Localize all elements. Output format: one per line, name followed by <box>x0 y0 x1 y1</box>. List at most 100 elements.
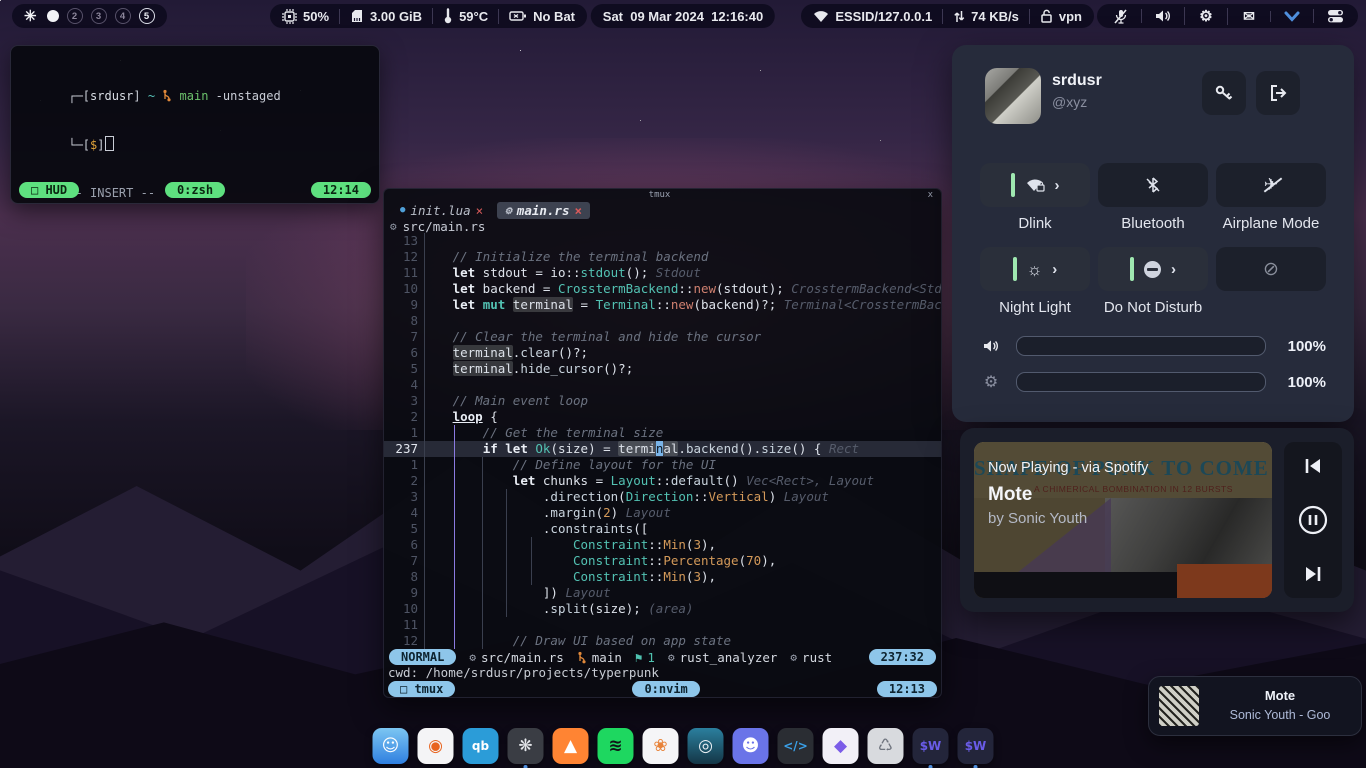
chevron-right-icon[interactable]: › <box>1055 177 1060 194</box>
code-line[interactable]: 3 .direction(Direction::Vertical) Layout <box>384 489 941 505</box>
toggle-airplane-mode[interactable]: ✈ <box>1216 163 1326 207</box>
net-wifi[interactable]: ESSID/127.0.0.1 <box>813 9 932 24</box>
active-indicator <box>1013 257 1017 281</box>
code-line[interactable]: 5 .constraints([ <box>384 521 941 537</box>
dock-wezterm-1[interactable]: $W <box>913 728 949 764</box>
system-tray[interactable]: ⚙✉ <box>1097 4 1358 28</box>
editor-window[interactable]: tmux x ●init.lua×⚙main.rs× ⚙ src/main.rs… <box>383 188 942 698</box>
previous-track-button[interactable] <box>1302 456 1324 476</box>
tmux-window[interactable]: 0:zsh <box>165 182 225 198</box>
tray-settings-icon[interactable]: ⚙ <box>1184 7 1217 25</box>
code-line[interactable]: 10 .split(size); (area) <box>384 601 941 617</box>
code-line[interactable]: 8 Constraint::Min(3), <box>384 569 941 585</box>
code-line-current[interactable]: 237 if let Ok(size) = terminal.backend()… <box>384 441 941 457</box>
code-line[interactable]: 11 let stdout = io::stdout(); Stdout <box>384 265 941 281</box>
code-line[interactable]: 4 <box>384 377 941 393</box>
tmux-window[interactable]: 0:nvim <box>632 681 699 697</box>
net-lock[interactable]: vpn <box>1029 9 1082 24</box>
dock-obs[interactable]: ❋ <box>508 728 544 764</box>
line-text <box>430 377 941 393</box>
dock-wezterm-2[interactable]: $W <box>958 728 994 764</box>
tmux-session-left[interactable]: □ tmux <box>388 681 455 697</box>
dock-firefox[interactable]: ◉ <box>418 728 454 764</box>
network-status[interactable]: ESSID/127.0.0.1 74 KB/s vpn <box>801 4 1094 28</box>
toggle-empty[interactable]: ⊘ <box>1216 247 1326 291</box>
code-line[interactable]: 10 let backend = CrosstermBackend::new(s… <box>384 281 941 297</box>
code-line[interactable]: 9 ]) Layout <box>384 585 941 601</box>
blocked-icon: ⊘ <box>1263 260 1279 279</box>
tray-mic-muted-icon[interactable] <box>1109 9 1131 24</box>
dock-quickbooks[interactable]: qb <box>463 728 499 764</box>
net-updown[interactable]: 74 KB/s <box>942 9 1019 24</box>
spotify-icon: ≋ <box>608 738 622 755</box>
slider-track[interactable] <box>1016 372 1266 392</box>
logout-button[interactable] <box>1256 71 1300 115</box>
tmux-session-left[interactable]: □ HUD <box>19 182 79 198</box>
chevron-right-icon[interactable]: › <box>1171 261 1176 278</box>
photos-icon: ❀ <box>653 738 667 755</box>
tab-label: init.lua <box>410 202 470 219</box>
workspace-switcher[interactable]: ✳ 2345 <box>12 4 167 28</box>
toggle-dlink[interactable]: › <box>980 163 1090 207</box>
dock-obsidian[interactable]: ◆ <box>823 728 859 764</box>
workspace-2[interactable]: 2 <box>67 8 83 24</box>
code-line[interactable]: 5 terminal.hide_cursor()?; <box>384 361 941 377</box>
code-line[interactable]: 9 let mut terminal = Terminal::new(backe… <box>384 297 941 313</box>
line-text: let stdout = io::stdout(); Stdout <box>430 265 941 281</box>
tray-mail-icon[interactable]: ✉ <box>1227 8 1260 25</box>
clock[interactable]: Sat 09 Mar 2024 12:16:40 <box>591 4 775 28</box>
tab-init.lua[interactable]: ●init.lua× <box>392 202 491 219</box>
tray-chevron-down-icon[interactable] <box>1270 11 1303 22</box>
code-line[interactable]: 11 <box>384 617 941 633</box>
notification-toast[interactable]: Mote Sonic Youth - Goo <box>1148 676 1362 736</box>
active-indicator <box>1011 173 1015 197</box>
workspace-1[interactable] <box>47 10 59 22</box>
buffer-tabs[interactable]: ●init.lua×⚙main.rs× <box>392 202 590 219</box>
toggle-do-not-disturb[interactable]: › <box>1098 247 1208 291</box>
code-line[interactable]: 12 // Initialize the terminal backend <box>384 249 941 265</box>
chevron-right-icon[interactable]: › <box>1052 261 1057 278</box>
toggle-bluetooth[interactable] <box>1098 163 1208 207</box>
code-line[interactable]: 7 // Clear the terminal and hide the cur… <box>384 329 941 345</box>
code-line[interactable]: 6 Constraint::Min(3), <box>384 537 941 553</box>
workspace-5[interactable]: 5 <box>139 8 155 24</box>
code-line[interactable]: 4 .margin(2) Layout <box>384 505 941 521</box>
line-text: terminal.clear()?; <box>430 345 941 361</box>
toggle-label <box>1216 299 1326 317</box>
code-line[interactable]: 2 loop { <box>384 409 941 425</box>
dock-trash[interactable]: ♺ <box>868 728 904 764</box>
code-line[interactable]: 7 Constraint::Percentage(70), <box>384 553 941 569</box>
code-line[interactable]: 2 let chunks = Layout::default() Vec<Rec… <box>384 473 941 489</box>
dock-vscode[interactable]: </> <box>778 728 814 764</box>
toggle-night-light[interactable]: ☼› <box>980 247 1090 291</box>
slider-track[interactable] <box>1016 336 1266 356</box>
dock-steam[interactable]: ◎ <box>688 728 724 764</box>
dock-photos[interactable]: ❀ <box>643 728 679 764</box>
terminal-window[interactable]: ┌─[srdusr] ~ main -unstaged └─[$] -- INS… <box>10 45 380 204</box>
tab-close-icon[interactable]: × <box>476 202 484 219</box>
code-line[interactable]: 12 // Draw UI based on app state <box>384 633 941 649</box>
dock-finder[interactable]: ☺ <box>373 728 409 764</box>
lock-keys-button[interactable] <box>1202 71 1246 115</box>
tab-main.rs[interactable]: ⚙main.rs× <box>497 202 590 219</box>
pause-button[interactable] <box>1298 505 1328 535</box>
dock-vlc[interactable]: ▲ <box>553 728 589 764</box>
line-text: if let Ok(size) = terminal.backend().siz… <box>430 441 941 457</box>
window-close-button[interactable]: x <box>928 190 933 200</box>
code-line[interactable]: 8 <box>384 313 941 329</box>
code-line[interactable]: 1 // Get the terminal size <box>384 425 941 441</box>
workspace-4[interactable]: 4 <box>115 8 131 24</box>
dock-spotify[interactable]: ≋ <box>598 728 634 764</box>
tray-toggles-icon[interactable] <box>1313 9 1346 23</box>
airplane-off-icon: ✈ <box>1264 176 1278 195</box>
workspace-3[interactable]: 3 <box>91 8 107 24</box>
code-area[interactable]: 1312 // Initialize the terminal backend1… <box>384 233 941 649</box>
tray-volume-icon[interactable] <box>1141 9 1174 23</box>
tab-close-icon[interactable]: × <box>574 202 582 219</box>
dock-discord[interactable]: ☻ <box>733 728 769 764</box>
code-line[interactable]: 1 // Define layout for the UI <box>384 457 941 473</box>
code-line[interactable]: 13 <box>384 233 941 249</box>
next-track-button[interactable] <box>1302 564 1324 584</box>
code-line[interactable]: 6 terminal.clear()?; <box>384 345 941 361</box>
code-line[interactable]: 3 // Main event loop <box>384 393 941 409</box>
